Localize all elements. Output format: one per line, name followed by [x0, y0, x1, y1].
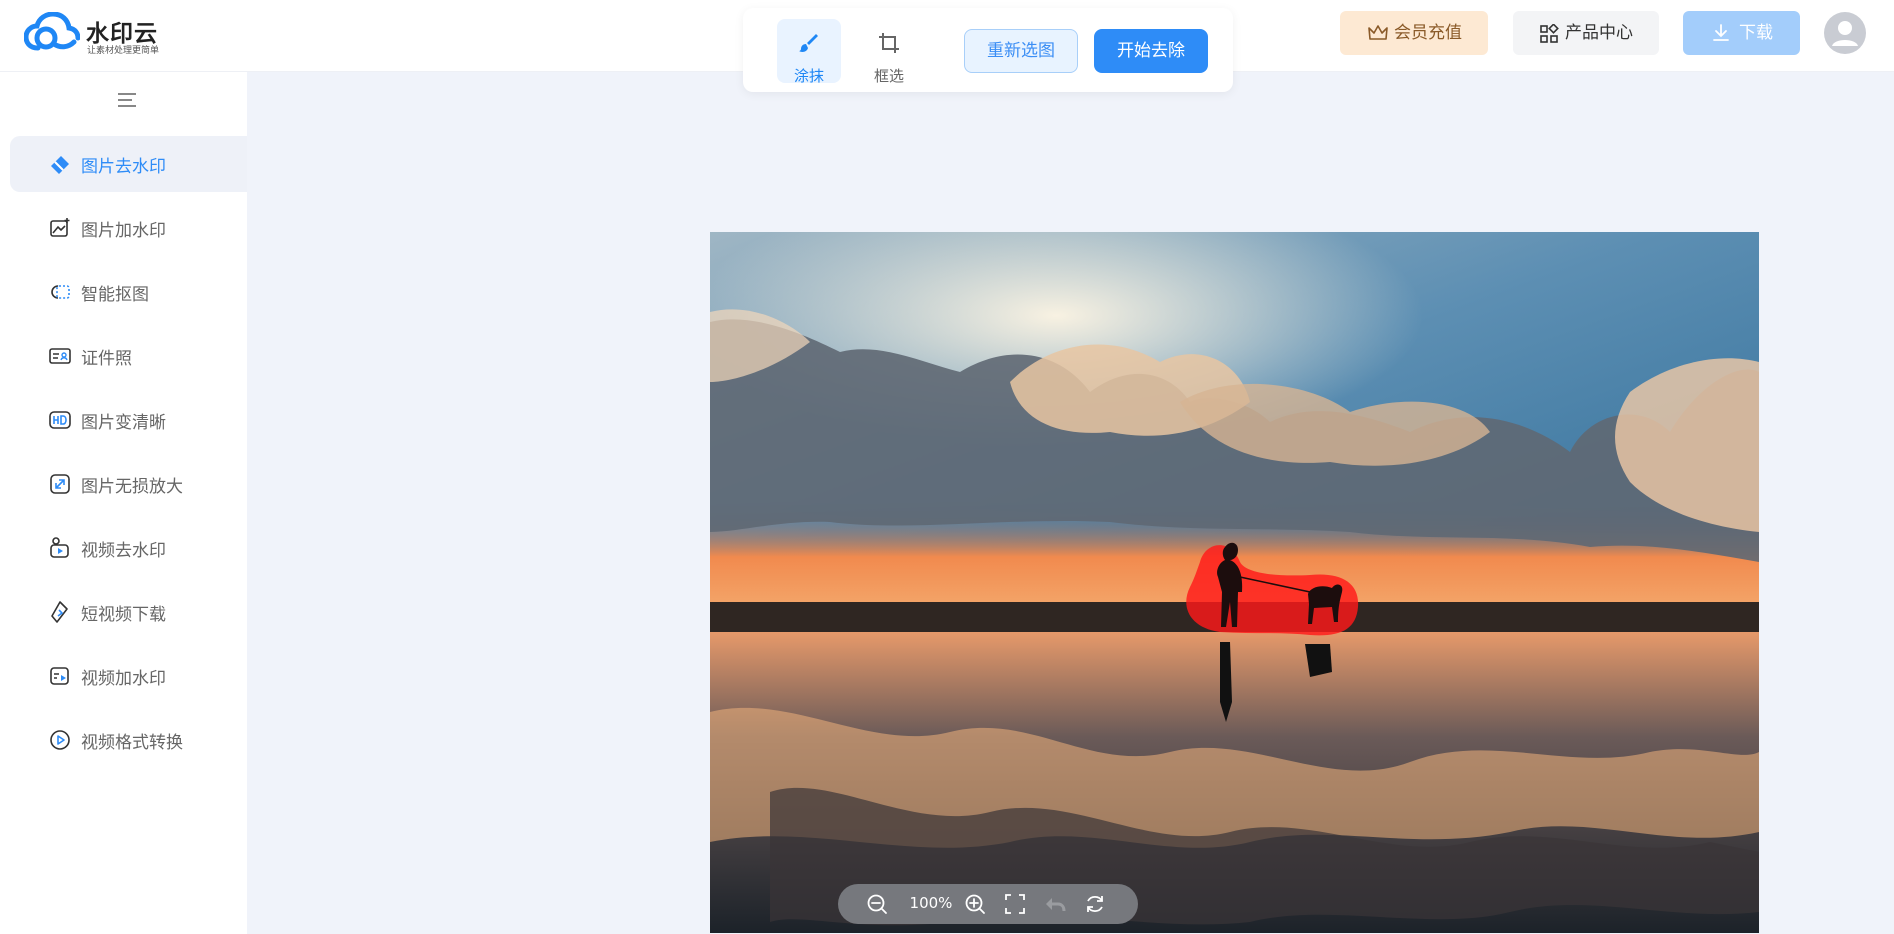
- sidebar-item-smart-cutout[interactable]: 智能抠图: [10, 264, 247, 320]
- short-video-download-icon: [51, 601, 68, 623]
- image-add-icon: [50, 218, 70, 237]
- download-label: 下载: [1739, 23, 1773, 43]
- sidebar-item-label: 证件照: [81, 349, 132, 369]
- edit-tool-panel: 涂抹 框选 重新选图 开始去除: [743, 8, 1233, 92]
- reset-icon[interactable]: [1084, 893, 1106, 915]
- product-center-label: 产品中心: [1565, 23, 1633, 43]
- app-logo[interactable]: 水印云 让素材处理更简单: [24, 12, 184, 56]
- product-center-button[interactable]: 产品中心: [1513, 11, 1659, 55]
- sidebar-item-label: 智能抠图: [81, 285, 149, 305]
- sidebar-item-id-photo[interactable]: 证件照: [10, 328, 247, 384]
- sidebar: 图片去水印 图片加水印 智能抠图 证件照 图片变清晰 图片无损放大 视频去水印 …: [0, 72, 247, 934]
- tool-brush[interactable]: 涂抹: [777, 19, 841, 85]
- sidebar-item-image-lossless-enlarge[interactable]: 图片无损放大: [10, 456, 247, 512]
- sidebar-item-label: 视频格式转换: [81, 733, 183, 753]
- sidebar-item-label: 图片变清晰: [81, 413, 166, 433]
- canvas-workspace: 100%: [247, 72, 1894, 934]
- reselect-image-button[interactable]: 重新选图: [964, 29, 1078, 73]
- eraser-icon: [51, 156, 69, 174]
- vip-recharge-button[interactable]: 会员充值: [1340, 11, 1488, 55]
- download-button[interactable]: 下载: [1683, 11, 1800, 55]
- sidebar-item-label: 图片加水印: [81, 221, 166, 241]
- video-add-icon: [50, 667, 69, 685]
- brush-icon: [799, 34, 818, 52]
- crop-icon: [879, 33, 899, 53]
- sidebar-item-image-sharpen[interactable]: 图片变清晰: [10, 392, 247, 448]
- video-eraser-icon: [50, 537, 69, 558]
- vip-recharge-label: 会员充值: [1394, 23, 1462, 43]
- crown-icon: [1368, 25, 1388, 40]
- sidebar-item-video-format-convert[interactable]: 视频格式转换: [10, 712, 247, 768]
- user-avatar[interactable]: [1824, 12, 1866, 54]
- tool-brush-label: 涂抹: [793, 67, 824, 85]
- zoom-toolbar: 100%: [838, 884, 1138, 924]
- tool-box-select[interactable]: 框选: [857, 19, 921, 85]
- grid-icon: [1540, 24, 1559, 43]
- sidebar-item-video-watermark-removal[interactable]: 视频去水印: [10, 520, 247, 576]
- sidebar-item-video-add-watermark[interactable]: 视频加水印: [10, 648, 247, 704]
- cutout-icon: [51, 285, 70, 299]
- app-tagline: 让素材处理更简单: [87, 46, 160, 56]
- start-remove-button[interactable]: 开始去除: [1094, 29, 1208, 73]
- sidebar-item-label: 短视频下载: [81, 605, 166, 625]
- enlarge-icon: [50, 474, 70, 494]
- zoom-in-icon[interactable]: [964, 893, 986, 915]
- sidebar-nav: 图片去水印 图片加水印 智能抠图 证件照 图片变清晰 图片无损放大 视频去水印 …: [10, 136, 247, 776]
- sidebar-item-label: 视频去水印: [81, 541, 166, 561]
- sidebar-item-image-watermark-removal[interactable]: 图片去水印: [10, 136, 247, 192]
- tool-box-select-label: 框选: [873, 67, 904, 85]
- user-icon: [1832, 21, 1858, 46]
- download-icon: [1713, 24, 1729, 41]
- undo-icon[interactable]: [1044, 893, 1066, 915]
- zoom-level-readout: 100%: [909, 894, 953, 912]
- video-convert-icon: [50, 730, 70, 750]
- id-card-icon: [49, 348, 71, 364]
- hd-icon: [49, 411, 71, 429]
- sidebar-item-image-add-watermark[interactable]: 图片加水印: [10, 200, 247, 256]
- sidebar-item-short-video-download[interactable]: 短视频下载: [10, 584, 247, 640]
- fullscreen-icon[interactable]: [1004, 893, 1026, 915]
- editing-canvas-image[interactable]: [710, 232, 1759, 933]
- sidebar-item-label: 图片无损放大: [81, 477, 183, 497]
- zoom-out-icon[interactable]: [866, 893, 888, 915]
- sidebar-item-label: 图片去水印: [81, 157, 166, 177]
- cloud-logo-icon: [24, 12, 80, 51]
- menu-collapse-icon[interactable]: [116, 90, 138, 110]
- sidebar-item-label: 视频加水印: [81, 669, 166, 689]
